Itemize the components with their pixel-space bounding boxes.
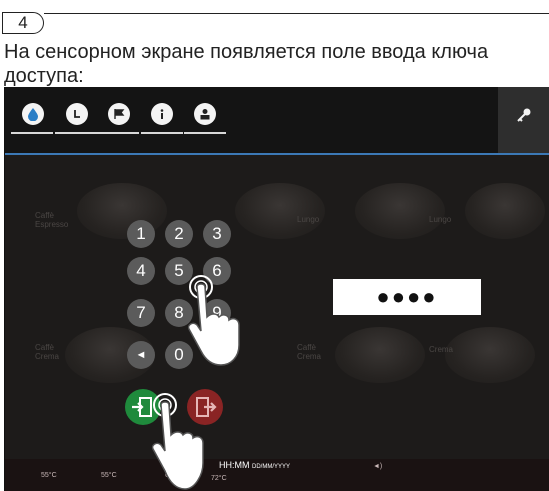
background-cup: [235, 183, 325, 239]
flag-icon[interactable]: [108, 103, 130, 125]
key-icon: [517, 108, 531, 122]
clock-icon[interactable]: [66, 103, 88, 125]
menu-underline: [97, 132, 139, 134]
menu-underline: [11, 132, 53, 134]
keypad-key-1[interactable]: 1: [127, 220, 155, 248]
top-bar-accent-line: [5, 153, 549, 155]
temperature-reading: 55°C: [101, 472, 117, 479]
user-icon[interactable]: [194, 103, 216, 125]
menu-underline: [141, 132, 183, 134]
ghost-label: Lungo: [297, 215, 320, 224]
ghost-label: Caffè Crema: [35, 343, 60, 361]
menu-underline: [55, 132, 97, 134]
keypad-key-3[interactable]: 3: [203, 220, 231, 248]
background-cup: [465, 183, 545, 239]
temperature-reading: 55°C: [41, 472, 57, 479]
access-key-input[interactable]: ●●●●: [333, 279, 481, 315]
background-cup: [445, 327, 535, 383]
background-cup: [355, 183, 445, 239]
step-divider: [44, 13, 549, 14]
ghost-label: Caffè Espresso: [35, 211, 69, 229]
background-cup: [335, 327, 425, 383]
clock-time: HH:MM: [219, 460, 250, 470]
menu-underline: [184, 132, 226, 134]
step-caption: На сенсорном экране появляется поле ввод…: [4, 41, 489, 87]
step-number-badge: 4: [2, 12, 44, 34]
clock-date: DD/MM/YYYY: [252, 464, 291, 470]
keypad-key-4[interactable]: 4: [127, 257, 155, 285]
water-drop-icon[interactable]: [22, 103, 44, 125]
keypad-backspace-key[interactable]: ◄: [127, 341, 155, 369]
ghost-label: Caffè Crema: [297, 343, 322, 361]
keypad-key-2[interactable]: 2: [165, 220, 193, 248]
pointing-hand-icon: [151, 393, 204, 490]
top-menu-bar: [5, 87, 549, 153]
ghost-label: Lungo: [429, 215, 452, 224]
access-key-tab[interactable]: [498, 87, 549, 153]
pointing-hand-icon: [187, 275, 240, 366]
ghost-label: Crema: [429, 345, 454, 354]
clock-readout: HH:MM DD/MM/YYYY: [219, 460, 290, 470]
keypad-key-7[interactable]: 7: [127, 299, 155, 327]
info-icon[interactable]: [151, 103, 173, 125]
touch-screen: Caffè Espresso Lungo Lungo Caffè Crema C…: [4, 87, 549, 491]
speaker-icon[interactable]: ◄): [373, 463, 382, 470]
